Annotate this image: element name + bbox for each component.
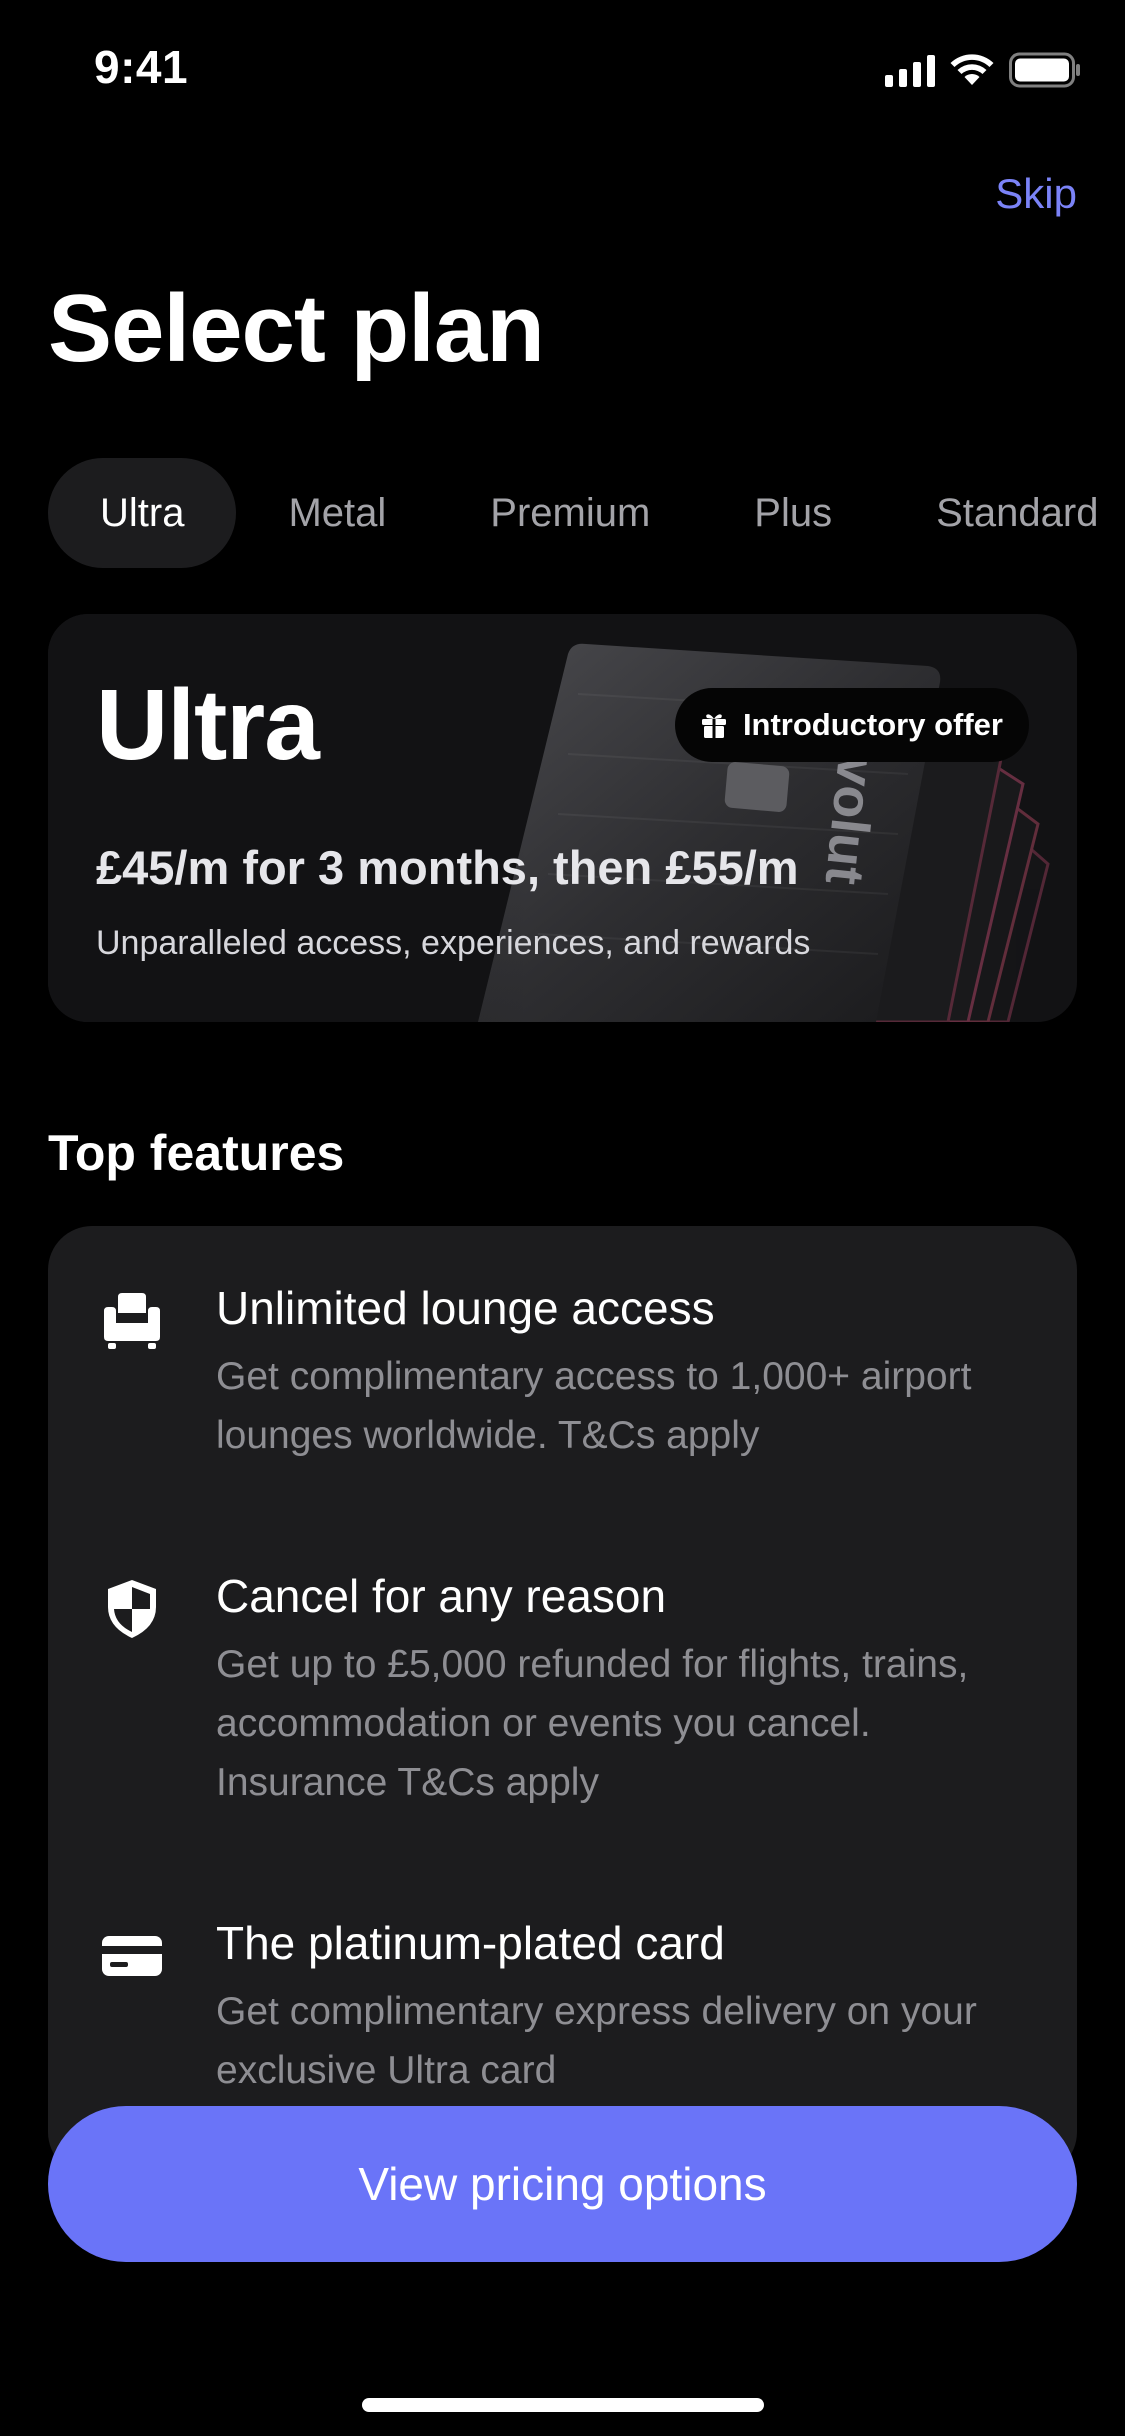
feature-description: Get complimentary express delivery on yo…: [216, 1990, 977, 2092]
plan-tabs: Ultra Metal Premium Plus Standard: [48, 458, 1125, 568]
offer-badge-label: Introductory offer: [742, 707, 1003, 742]
page-title: Select plan: [48, 275, 545, 382]
tab-standard[interactable]: Standard: [884, 458, 1125, 568]
introductory-offer-badge: Introductory offer: [674, 688, 1029, 762]
view-pricing-options-button[interactable]: View pricing options: [48, 2106, 1077, 2262]
gift-icon: [701, 714, 726, 738]
tab-plus[interactable]: Plus: [702, 458, 884, 568]
status-time: 9:41: [94, 41, 189, 93]
plan-card[interactable]: volut Ultra Introductory offer £45/m for…: [48, 614, 1077, 1022]
lounge-chair-icon: [104, 1293, 160, 1349]
shield-icon: [108, 1580, 156, 1638]
tab-metal[interactable]: Metal: [236, 458, 438, 568]
status-icons: [885, 50, 1081, 90]
feature-description: Get up to £5,000 refunded for flights, t…: [216, 1643, 969, 1804]
feature-title: Cancel for any reason: [216, 1570, 667, 1622]
tab-ultra[interactable]: Ultra: [48, 458, 237, 568]
cellular-signal-icon: [885, 53, 935, 87]
home-indicator[interactable]: [362, 2398, 764, 2412]
wifi-icon: [949, 53, 995, 87]
features-card: Unlimited lounge access Get complimentar…: [48, 1226, 1077, 2176]
status-bar: 9:41: [0, 0, 1125, 140]
feature-description: Get complimentary access to 1,000+ airpo…: [216, 1355, 972, 1457]
feature-title: The platinum-plated card: [216, 1917, 725, 1969]
battery-icon: [1009, 52, 1081, 88]
select-plan-screen: 9:41 Skip Select plan Ultra Metal Premiu…: [0, 0, 1125, 2436]
plan-price: £45/m for 3 months, then £55/m: [96, 841, 799, 894]
skip-link[interactable]: Skip: [995, 170, 1077, 218]
card-icon: [102, 1936, 162, 1976]
plan-name: Ultra: [96, 669, 320, 781]
feature-title: Unlimited lounge access: [216, 1282, 715, 1334]
top-features-title: Top features: [48, 1125, 345, 1181]
tab-premium[interactable]: Premium: [438, 458, 702, 568]
plan-tagline: Unparalleled access, experiences, and re…: [96, 924, 811, 962]
